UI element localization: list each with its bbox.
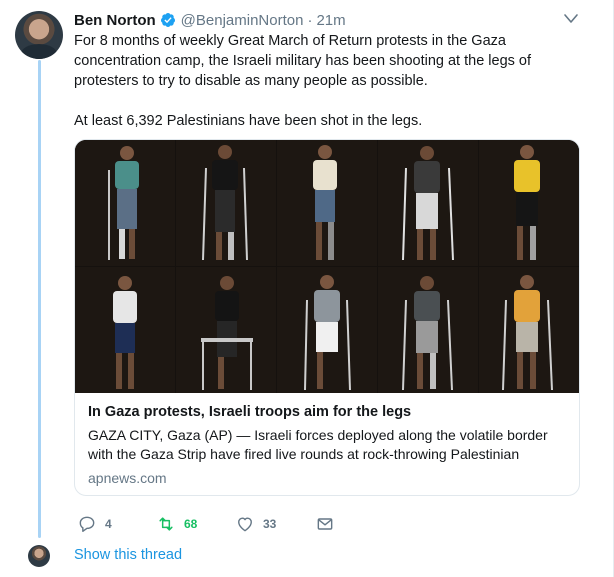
card-description: GAZA CITY, Gaza (AP) — Israeli forces de… <box>88 427 548 462</box>
card-body[interactable]: In Gaza protests, Israeli troops aim for… <box>88 402 573 486</box>
card-domain: apnews.com <box>88 470 167 486</box>
card-image[interactable] <box>75 140 579 393</box>
retweet-button[interactable]: 68 <box>156 513 197 535</box>
retweet-count: 68 <box>184 517 198 531</box>
tweet-header: Ben Norton @BenjaminNorton · 21m <box>74 10 346 30</box>
retweet-icon <box>159 517 173 531</box>
thread-connector-line <box>38 60 41 538</box>
reply-icon <box>79 516 95 532</box>
thread-avatar[interactable] <box>28 545 50 567</box>
like-button[interactable]: 33 <box>235 513 276 535</box>
author-name[interactable]: Ben Norton <box>74 12 156 29</box>
heart-icon <box>238 517 252 532</box>
like-count: 33 <box>263 517 277 531</box>
chevron-down-icon[interactable] <box>563 12 579 26</box>
tweet-text: For 8 months of weekly Great March of Re… <box>74 31 594 151</box>
header-separator: · <box>307 11 313 29</box>
envelope-icon <box>317 518 333 530</box>
author-handle[interactable]: @BenjaminNorton <box>181 12 304 29</box>
link-card[interactable]: In Gaza protests, Israeli troops aim for… <box>74 139 580 496</box>
author-avatar[interactable] <box>15 11 63 59</box>
tweet-paragraph: At least 6,392 Palestinians have been sh… <box>74 113 423 129</box>
reply-button[interactable]: 4 <box>77 513 112 535</box>
tweet-paragraph: For 8 months of weekly Great March of Re… <box>74 33 532 89</box>
direct-message-button[interactable] <box>315 513 343 535</box>
tweet-actions: 4 68 33 <box>74 513 374 535</box>
card-title[interactable]: In Gaza protests, Israeli troops aim for… <box>88 402 573 422</box>
tweet-timestamp[interactable]: 21m <box>316 12 345 29</box>
verified-badge-icon <box>160 13 175 27</box>
show-thread-link[interactable]: Show this thread <box>74 547 182 563</box>
reply-count: 4 <box>105 517 112 531</box>
